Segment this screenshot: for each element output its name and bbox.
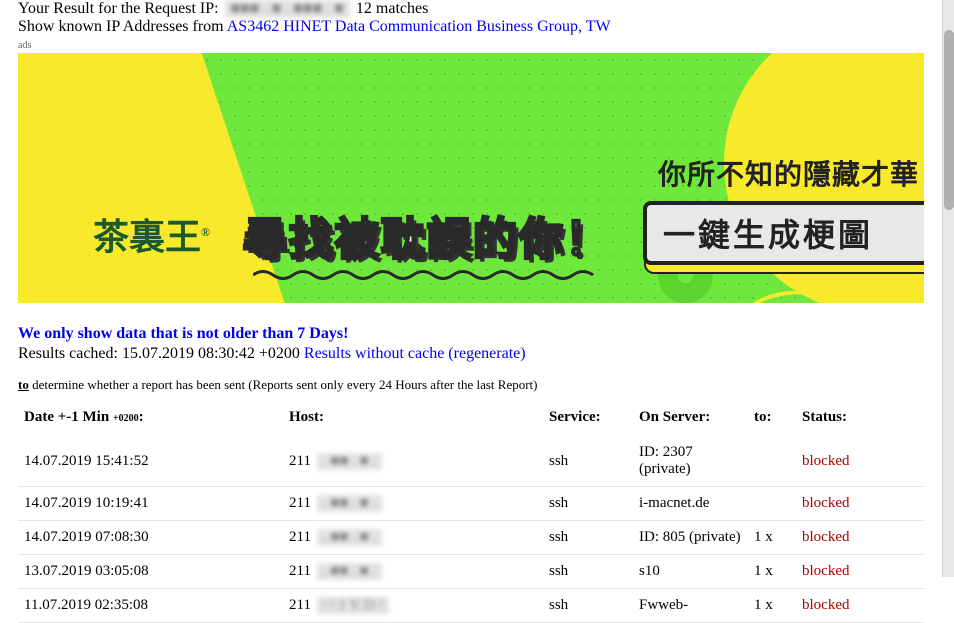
- table-header-row: Date +-1 Min +0200: Host: Service: On Se…: [18, 403, 924, 436]
- cell-status: blocked: [796, 487, 924, 521]
- col-date-label: Date +-1 Min: [24, 409, 113, 425]
- table-row: 14.07.2019 07:08:30211 . ■■ . ■ .sshID: …: [18, 521, 924, 555]
- cell-status: blocked: [796, 555, 924, 589]
- banner-headline: 尋找被耽誤的你！: [243, 203, 611, 267]
- table-row: 14.07.2019 15:41:52211 . ■■ . ■ .sshID: …: [18, 436, 924, 487]
- match-count: 12 matches: [356, 0, 428, 17]
- age-notice: We only show data that is not older than…: [18, 325, 924, 343]
- cell-date: 13.07.2019 03:05:08: [18, 555, 283, 589]
- host-blur: . ■■ . ■ .: [317, 563, 382, 580]
- cell-to: 1 x: [748, 555, 796, 589]
- status-blocked: blocked: [802, 453, 849, 469]
- cell-to: [748, 487, 796, 521]
- vertical-scrollbar[interactable]: [942, 0, 954, 577]
- cell-to: 1 x: [748, 521, 796, 555]
- cell-date: 14.07.2019 07:08:30: [18, 521, 283, 555]
- as-link[interactable]: AS3462 HINET Data Communication Business…: [227, 18, 611, 35]
- col-service: Service:: [543, 403, 633, 436]
- scrollbar-thumb[interactable]: [944, 30, 954, 210]
- result-line: Your Result for the Request IP: ■■■ . ■ …: [18, 0, 924, 18]
- cell-server: ID: 805 (private): [633, 521, 748, 555]
- status-blocked: blocked: [802, 597, 849, 613]
- brand-text: 茶裏王: [93, 217, 201, 257]
- result-prefix: Your Result for the Request IP:: [18, 0, 223, 17]
- brand-logo: 茶裏王®: [93, 208, 210, 260]
- host-blur: . ■■ . ■ .: [317, 529, 382, 546]
- cell-server: ID: 2307 (private): [633, 436, 748, 487]
- cache-prefix: Results cached:: [18, 345, 122, 362]
- ads-label: ads: [18, 40, 924, 51]
- host-blur: . ■■ . ■ .: [317, 453, 382, 470]
- cell-service: ssh: [543, 555, 633, 589]
- cell-server: s10: [633, 555, 748, 589]
- table-row: 11.07.2019 02:35:08211 / / 1 V D /sshFww…: [18, 589, 924, 623]
- regenerate-link[interactable]: Results without cache (regenerate): [304, 345, 526, 362]
- status-blocked: blocked: [802, 495, 849, 511]
- registered-icon: ®: [201, 225, 210, 239]
- table-row: 13.07.2019 03:05:08211 . ■■ . ■ .sshs101…: [18, 555, 924, 589]
- cell-to: [748, 436, 796, 487]
- requested-ip: ■■■ . ■ . ■■■ . ■: [225, 0, 350, 18]
- cell-status: blocked: [796, 521, 924, 555]
- cell-service: ssh: [543, 589, 633, 623]
- cache-line: Results cached: 15.07.2019 08:30:42 +020…: [18, 345, 924, 363]
- show-ips-line: Show known IP Addresses from AS3462 HINE…: [18, 18, 924, 36]
- cell-server: Fwweb-: [633, 589, 748, 623]
- cell-date: 11.07.2019 02:35:08: [18, 589, 283, 623]
- cache-timestamp: 15.07.2019 08:30:42 +0200: [122, 345, 304, 362]
- cell-service: ssh: [543, 436, 633, 487]
- cell-to: 1 x: [748, 589, 796, 623]
- cell-service: ssh: [543, 487, 633, 521]
- status-blocked: blocked: [802, 529, 849, 545]
- cell-server: i-macnet.de: [633, 487, 748, 521]
- cell-host: 211 . ■■ . ■ .: [283, 521, 543, 555]
- report-note: to determine whether a report has been s…: [18, 377, 924, 393]
- cta-button[interactable]: 一鍵生成梗圖: [643, 201, 924, 265]
- host-blur: / / 1 V D /: [317, 597, 389, 614]
- cell-date: 14.07.2019 10:19:41: [18, 487, 283, 521]
- col-server: On Server:: [633, 403, 748, 436]
- cta-label: 一鍵生成梗圖: [663, 210, 873, 256]
- col-date-colon: :: [139, 409, 144, 425]
- show-prefix: Show known IP Addresses from: [18, 18, 227, 35]
- col-date: Date +-1 Min +0200:: [18, 403, 283, 436]
- ad-banner[interactable]: 茶裏王® 尋找被耽誤的你！ 你所不知的隱藏才華 一鍵生成梗圖: [18, 53, 924, 303]
- cell-date: 14.07.2019 15:41:52: [18, 436, 283, 487]
- wave-underline-icon: [253, 268, 603, 282]
- note-rest: determine whether a report has been sent…: [29, 377, 538, 392]
- banner-subhead: 你所不知的隱藏才華: [658, 153, 919, 193]
- col-to: to:: [748, 403, 796, 436]
- host-blur: . ■■ . ■ .: [317, 495, 382, 512]
- col-host: Host:: [283, 403, 543, 436]
- cell-host: 211 . ■■ . ■ .: [283, 555, 543, 589]
- cell-status: blocked: [796, 589, 924, 623]
- cell-service: ssh: [543, 521, 633, 555]
- cell-host: 211 . ■■ . ■ .: [283, 487, 543, 521]
- cell-host: 211 / / 1 V D /: [283, 589, 543, 623]
- cell-host: 211 . ■■ . ■ .: [283, 436, 543, 487]
- cell-status: blocked: [796, 436, 924, 487]
- note-to: to: [18, 377, 29, 392]
- results-table: Date +-1 Min +0200: Host: Service: On Se…: [18, 403, 924, 623]
- table-row: 14.07.2019 10:19:41211 . ■■ . ■ .sshi-ma…: [18, 487, 924, 521]
- col-date-tz: +0200: [113, 413, 139, 424]
- col-status: Status:: [796, 403, 924, 436]
